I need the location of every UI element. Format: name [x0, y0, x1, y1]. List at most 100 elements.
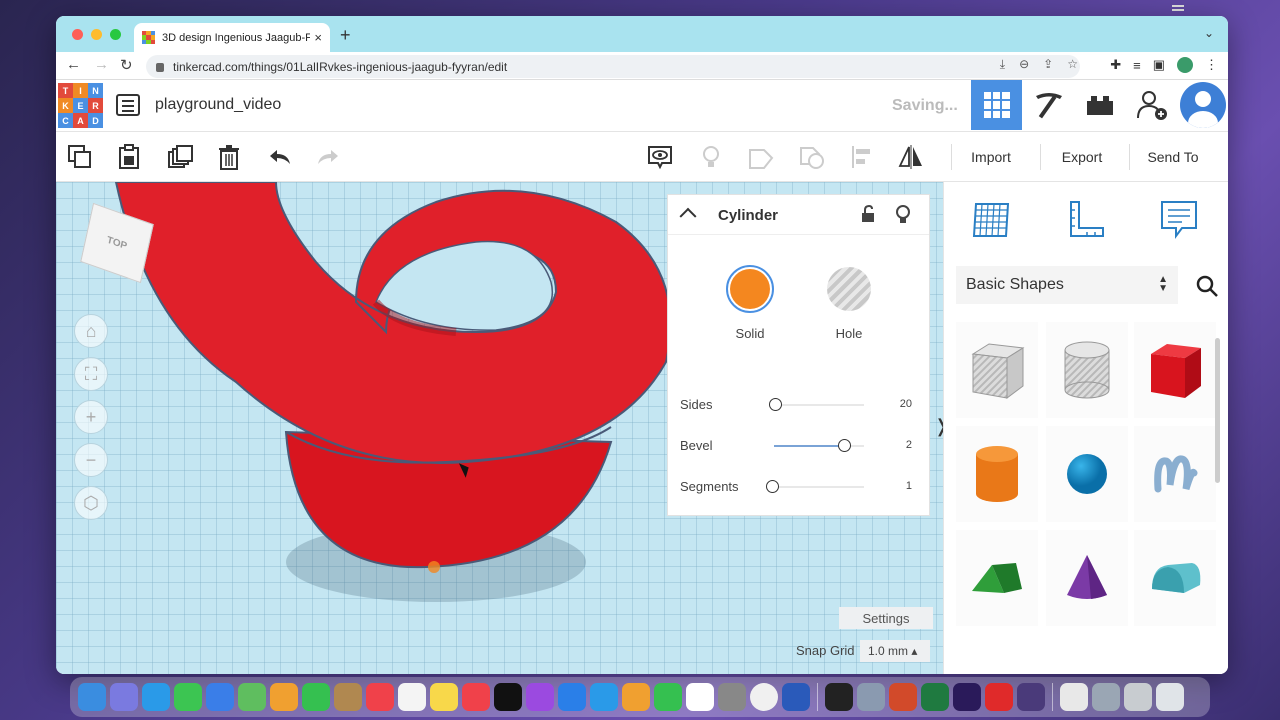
shape-cylinder[interactable] [956, 426, 1038, 522]
notes-icon[interactable] [647, 144, 673, 170]
copy-icon[interactable] [67, 144, 93, 170]
solid-swatch[interactable] [726, 265, 774, 313]
word-icon[interactable] [782, 683, 810, 711]
redo-icon[interactable] [315, 144, 341, 170]
sides-slider-track[interactable] [774, 404, 864, 406]
side-panel-icon[interactable]: ▣ [1153, 57, 1165, 73]
tab-close-icon[interactable]: × [314, 30, 322, 45]
tab-search-icon[interactable]: ⌄ [1204, 26, 1214, 40]
downloads-folder-icon[interactable] [1092, 683, 1120, 711]
keynote-icon[interactable] [558, 683, 586, 711]
browser-tab[interactable]: 3D design Ingenious Jaagub-F × [134, 23, 330, 52]
close-window-icon[interactable] [72, 29, 83, 40]
photos-icon[interactable] [270, 683, 298, 711]
shape-roof[interactable] [956, 530, 1038, 626]
extensions-icon[interactable]: ✚ [1110, 57, 1121, 73]
notes-icon[interactable] [430, 683, 458, 711]
music-icon[interactable] [366, 683, 394, 711]
finder-icon[interactable] [78, 683, 106, 711]
zoom-out-icon[interactable]: − [74, 443, 108, 477]
delete-icon[interactable] [216, 144, 242, 170]
numbers-icon[interactable] [654, 683, 682, 711]
paste-icon[interactable] [116, 144, 142, 170]
contacts-icon[interactable] [334, 683, 362, 711]
security-icon[interactable] [1060, 683, 1088, 711]
sides-value[interactable]: 20 [900, 398, 912, 410]
share-icon[interactable]: ⇪ [1043, 57, 1053, 72]
zoom-window-icon[interactable] [110, 29, 121, 40]
powerpoint-icon[interactable] [889, 683, 917, 711]
perspective-icon[interactable]: ⬡ [74, 486, 108, 520]
ungroup-icon[interactable] [799, 144, 825, 170]
snap-grid-select[interactable]: 1.0 mm ▴ [860, 640, 930, 662]
fit-view-icon[interactable]: ⛶ [74, 357, 108, 391]
ruler-icon[interactable] [1063, 196, 1109, 242]
safari-icon[interactable] [142, 683, 170, 711]
duplicate-icon[interactable] [167, 144, 193, 170]
hole-swatch[interactable] [827, 267, 871, 311]
app-store-icon[interactable] [590, 683, 618, 711]
shape-cone[interactable] [1046, 530, 1128, 626]
control-center-icon[interactable] [1172, 5, 1184, 11]
send-to-button[interactable]: Send To [1132, 143, 1214, 171]
export-button[interactable]: Export [1044, 143, 1120, 171]
minimize-window-icon[interactable] [91, 29, 102, 40]
hole-option[interactable]: Hole [819, 265, 879, 341]
design-list-icon[interactable] [116, 94, 140, 116]
shape-box-hole[interactable] [956, 322, 1038, 418]
segments-value[interactable]: 1 [906, 480, 912, 492]
shapes-scrollbar[interactable] [1215, 338, 1220, 483]
invite-user-button[interactable] [1126, 80, 1177, 130]
forward-icon[interactable]: → [94, 56, 109, 73]
undo-icon[interactable] [267, 144, 293, 170]
segments-slider-knob[interactable] [766, 480, 779, 493]
profile-avatar-icon[interactable] [1177, 57, 1193, 73]
address-bar[interactable]: tinkercad.com/things/01LalIRvkes-ingenio… [146, 55, 1080, 78]
preview-icon[interactable] [857, 683, 885, 711]
shape-round-roof[interactable] [1134, 530, 1216, 626]
premiere-icon[interactable] [953, 683, 981, 711]
chrome-menu-icon[interactable]: ⋮ [1205, 57, 1218, 73]
install-icon[interactable]: ⤓ [1000, 57, 1005, 72]
mail-icon[interactable] [206, 683, 234, 711]
podcasts-icon[interactable] [526, 683, 554, 711]
facetime-icon[interactable] [302, 683, 330, 711]
home-view-icon[interactable]: ⌂ [74, 314, 108, 348]
new-tab-button[interactable]: + [340, 25, 351, 46]
messages-icon[interactable] [174, 683, 202, 711]
trash-icon[interactable] [1156, 683, 1184, 711]
terminal-icon[interactable] [825, 683, 853, 711]
news-icon[interactable] [462, 683, 490, 711]
project-name[interactable]: playground_video [155, 96, 281, 114]
shape-scribble[interactable] [1134, 426, 1216, 522]
reload-icon[interactable]: ↻ [120, 56, 133, 74]
workplane-icon[interactable] [968, 196, 1014, 242]
zoom-icon[interactable]: ⊖ [1019, 57, 1029, 72]
solid-option[interactable]: Solid [720, 265, 780, 341]
search-icon[interactable] [1195, 274, 1219, 298]
shape-category-select[interactable]: Basic Shapes ▲ ▼ [956, 266, 1178, 304]
bookmark-star-icon[interactable]: ☆ [1067, 57, 1078, 72]
bricks-button[interactable] [1074, 80, 1125, 130]
pages-icon[interactable] [622, 683, 650, 711]
maps-icon[interactable] [238, 683, 266, 711]
system-preferences-icon[interactable] [718, 683, 746, 711]
reminders-icon[interactable] [398, 683, 426, 711]
acrobat-icon[interactable] [985, 683, 1013, 711]
3d-view-button[interactable] [971, 80, 1022, 130]
shape-cylinder-hole[interactable] [1046, 322, 1128, 418]
visibility-bulb-icon[interactable] [894, 204, 912, 224]
zoom-in-icon[interactable]: + [74, 400, 108, 434]
collapse-chevron-icon[interactable] [679, 207, 697, 225]
excel-icon[interactable] [921, 683, 949, 711]
notes-panel-icon[interactable] [1156, 196, 1202, 242]
calendar-icon[interactable] [686, 683, 714, 711]
tinkercad-logo[interactable]: T I N K E R C A D [58, 83, 103, 128]
lock-icon[interactable] [860, 205, 876, 223]
settings-button[interactable]: Settings [839, 607, 933, 629]
reading-list-icon[interactable]: ≡ [1133, 58, 1141, 73]
sides-slider-knob[interactable] [769, 398, 782, 411]
group-icon[interactable] [748, 144, 774, 170]
shape-sphere[interactable] [1046, 426, 1128, 522]
lightbulb-icon[interactable] [698, 144, 724, 170]
